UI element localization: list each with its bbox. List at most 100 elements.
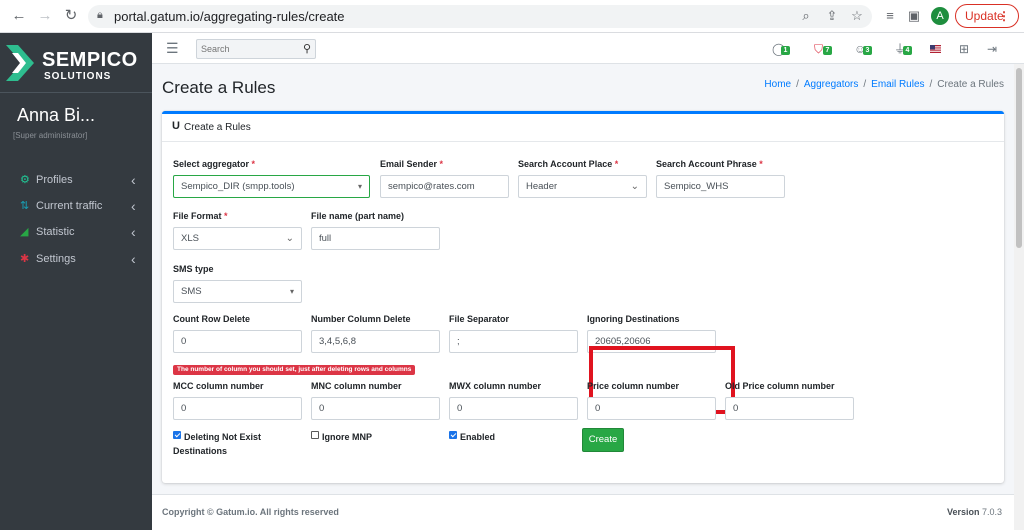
enabled-label: Enabled bbox=[460, 432, 496, 442]
search-account-place-select[interactable]: Header ⌄ bbox=[518, 175, 647, 198]
traffic-icon: ⇅ bbox=[20, 200, 30, 212]
ignore-mnp-checkbox[interactable]: Ignore MNP bbox=[311, 430, 391, 444]
breadcrumb-email-rules[interactable]: Email Rules bbox=[871, 79, 924, 90]
zoom-icon[interactable]: ⌕ bbox=[798, 8, 814, 24]
deleting-not-exist-label: Deleting Not Exist bbox=[184, 432, 262, 442]
copyright-text: Copyright © Gatum.io. All rights reserve… bbox=[162, 507, 339, 517]
card-title: Create a Rules bbox=[184, 122, 251, 133]
number-column-delete-input[interactable] bbox=[311, 330, 440, 353]
number-column-delete-label: Number Column Delete bbox=[311, 314, 411, 324]
sms-type-select[interactable]: SMS ▾ bbox=[173, 280, 302, 303]
chevron-left-icon: ‹ bbox=[131, 172, 136, 188]
file-format-select[interactable]: XLS ⌄ bbox=[173, 227, 302, 250]
comments-icon[interactable]: ◯ 1 bbox=[772, 42, 792, 58]
card-header: U Create a Rules bbox=[162, 114, 1004, 142]
brand-logo[interactable]: SEMPICO SOLUTIONS bbox=[0, 33, 152, 93]
plugs-icon[interactable]: ⏚ 4 bbox=[894, 42, 914, 58]
chevron-down-icon: ⌄ bbox=[630, 181, 639, 192]
sms-type-value: SMS bbox=[181, 286, 202, 297]
mcc-label: MCC column number bbox=[173, 381, 264, 391]
chevron-left-icon: ‹ bbox=[131, 251, 136, 267]
deleting-not-exist-checkbox[interactable]: Deleting Not Exist Destinations bbox=[173, 430, 283, 460]
chevron-left-icon: ‹ bbox=[131, 198, 136, 214]
address-bar[interactable]: 🔒︎ portal.gatum.io/aggregating-rules/cre… bbox=[88, 5, 872, 28]
share-icon[interactable]: ⇪ bbox=[824, 8, 840, 24]
sidebar-item-settings[interactable]: ✱ Settings ‹ bbox=[0, 248, 152, 272]
old-price-input[interactable] bbox=[725, 397, 854, 420]
aggregator-select[interactable]: Sempico_DIR (smpp.tools) ▾ bbox=[173, 175, 370, 198]
users-icon[interactable]: ☺ 3 bbox=[854, 42, 874, 58]
mcc-input[interactable] bbox=[173, 397, 302, 420]
file-format-value: XLS bbox=[181, 233, 199, 244]
side-panel-icon[interactable]: ▣ bbox=[906, 8, 922, 24]
user-role: [Super administrator] bbox=[13, 131, 88, 140]
chevron-left-icon: ‹ bbox=[131, 224, 136, 240]
logout-icon[interactable]: ⇥ bbox=[987, 42, 1007, 58]
deleting-not-exist-label-2: Destinations bbox=[173, 446, 228, 456]
magnet-icon: U bbox=[172, 120, 180, 132]
us-flag-icon[interactable] bbox=[930, 42, 950, 58]
version-text: Version 7.0.3 bbox=[946, 507, 1002, 517]
breadcrumb-aggregators[interactable]: Aggregators bbox=[804, 79, 858, 90]
shield-icon[interactable]: ⛉ 7 bbox=[814, 42, 834, 58]
aggregator-label: Select aggregator * bbox=[173, 159, 256, 169]
mnc-label: MNC column number bbox=[311, 381, 402, 391]
mwx-input[interactable] bbox=[449, 397, 578, 420]
checkbox-checked-icon bbox=[173, 431, 181, 439]
notification-badge: 3 bbox=[863, 46, 872, 55]
count-row-delete-input[interactable] bbox=[173, 330, 302, 353]
search-account-phrase-input[interactable] bbox=[656, 175, 785, 198]
brand-name: SEMPICO bbox=[42, 49, 138, 71]
checkbox-checked-icon bbox=[449, 431, 457, 439]
sidebar-item-statistic[interactable]: ◢ Statistic ‹ bbox=[0, 221, 152, 245]
sidebar-item-label: Settings bbox=[36, 253, 76, 265]
caret-down-icon: ▾ bbox=[289, 287, 294, 296]
gears-icon: ✱ bbox=[20, 253, 30, 265]
top-navbar: ☰ ⚲ ◯1 ⛉7 ☺3 ⏚4 ⊞ ⇥ bbox=[152, 33, 1024, 64]
checkbox-unchecked-icon bbox=[311, 431, 319, 439]
page-scrollbar[interactable] bbox=[1014, 64, 1024, 530]
mwx-label: MWX column number bbox=[449, 381, 541, 391]
forward-arrow-icon[interactable]: → bbox=[36, 7, 54, 25]
ignore-mnp-label: Ignore MNP bbox=[322, 432, 373, 442]
notification-badge: 1 bbox=[781, 46, 790, 55]
user-name[interactable]: Anna Bi... bbox=[17, 105, 95, 126]
file-name-input[interactable] bbox=[311, 227, 440, 250]
profiles-icon: ⚙ bbox=[20, 174, 30, 186]
update-button[interactable]: Update ⋮ bbox=[955, 4, 1019, 28]
notification-badge: 7 bbox=[823, 46, 832, 55]
sempico-logo-icon bbox=[6, 45, 34, 81]
file-name-label: File name (part name) bbox=[311, 211, 405, 221]
search-account-phrase-label: Search Account Phrase * bbox=[656, 159, 763, 169]
price-input[interactable] bbox=[587, 397, 716, 420]
sidebar-item-profiles[interactable]: ⚙ Profiles ‹ bbox=[0, 169, 152, 193]
profile-avatar[interactable]: A bbox=[931, 7, 949, 25]
hamburger-menu-icon[interactable]: ☰ bbox=[166, 40, 179, 57]
mnc-input[interactable] bbox=[311, 397, 440, 420]
create-button[interactable]: Create bbox=[582, 428, 624, 452]
file-separator-input[interactable] bbox=[449, 330, 578, 353]
sms-type-label: SMS type bbox=[173, 264, 214, 274]
reload-icon[interactable]: ↻ bbox=[62, 7, 80, 25]
back-arrow-icon[interactable]: ← bbox=[10, 7, 28, 25]
breadcrumb: Home / Aggregators / Email Rules / Create a Ru… bbox=[764, 79, 1004, 90]
email-sender-input[interactable] bbox=[380, 175, 509, 198]
search-input[interactable] bbox=[201, 42, 296, 56]
sidebar-item-label: Statistic bbox=[36, 226, 75, 238]
count-row-delete-label: Count Row Delete bbox=[173, 314, 251, 324]
sidebar-item-current-traffic[interactable]: ⇅ Current traffic ‹ bbox=[0, 195, 152, 219]
brand-subtitle: SOLUTIONS bbox=[44, 71, 112, 82]
page-title: Create a Rules bbox=[162, 78, 276, 97]
scrollbar-thumb[interactable] bbox=[1016, 68, 1022, 248]
grid-icon[interactable]: ⊞ bbox=[959, 42, 979, 58]
bookmark-star-icon[interactable]: ☆ bbox=[849, 8, 865, 24]
enabled-checkbox[interactable]: Enabled bbox=[449, 430, 519, 444]
media-control-icon[interactable]: ≡ bbox=[882, 8, 898, 24]
search-icon[interactable]: ⚲ bbox=[303, 42, 311, 55]
breadcrumb-home[interactable]: Home bbox=[764, 79, 791, 90]
ignoring-destinations-label: Ignoring Destinations bbox=[587, 314, 680, 324]
search-account-place-label: Search Account Place * bbox=[518, 159, 619, 169]
notification-badge: 4 bbox=[903, 46, 912, 55]
price-label: Price column number bbox=[587, 381, 680, 391]
main-content: Create a Rules Home / Aggregators / Email Ru… bbox=[152, 64, 1014, 530]
